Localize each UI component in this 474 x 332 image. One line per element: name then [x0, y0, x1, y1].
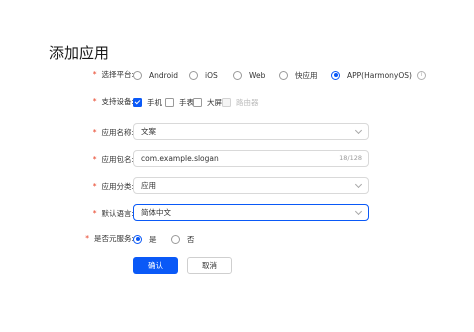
platform-option-android[interactable]: Android	[133, 65, 178, 85]
confirm-button[interactable]: 确认	[133, 257, 178, 274]
meta-service-row: * 是否元服务: 是 否	[0, 229, 474, 249]
language-label-text: 默认语言:	[101, 209, 134, 218]
required-mark: *	[92, 155, 97, 164]
category-value: 应用	[141, 181, 156, 190]
required-mark: *	[85, 234, 89, 243]
language-row: * 默认语言: 简体中文	[0, 204, 474, 224]
page-title: 添加应用	[49, 44, 110, 62]
platform-option-ios[interactable]: iOS	[189, 65, 218, 85]
required-mark: *	[92, 182, 97, 191]
platform-label: * 选择平台:	[93, 65, 134, 85]
category-label-text: 应用分类:	[101, 182, 134, 191]
app-name-row: * 应用名称: 文案	[0, 123, 474, 143]
meta-service-label-text: 是否元服务:	[93, 234, 134, 243]
platform-option-harmonyos[interactable]: APP(HarmonyOS) i	[331, 65, 426, 85]
devices-label-text: 支持设备:	[101, 97, 134, 106]
required-mark: *	[92, 128, 97, 137]
app-name-value: 文案	[141, 127, 156, 136]
checkbox-icon	[193, 97, 202, 107]
package-name-input[interactable]: com.example.slogan 18/128	[133, 150, 369, 167]
chevron-down-icon	[354, 180, 363, 189]
radio-icon	[171, 234, 180, 244]
devices-row: * 支持设备: 手机 手表 大屏 路由器	[0, 92, 474, 112]
chevron-down-icon	[354, 207, 363, 216]
platform-option-label: Android	[149, 70, 178, 80]
category-select[interactable]: 应用	[133, 177, 369, 194]
device-option-label: 手表	[179, 97, 194, 107]
app-name-label: * 应用名称:	[93, 123, 134, 143]
meta-service-option-label: 否	[187, 234, 195, 244]
language-label: * 默认语言:	[93, 204, 134, 224]
meta-service-option-yes[interactable]: 是	[133, 229, 157, 249]
platform-option-web[interactable]: Web	[233, 65, 265, 85]
required-mark: *	[92, 209, 97, 218]
checkbox-icon	[165, 97, 174, 107]
package-name-label: * 应用包名:	[93, 150, 134, 170]
platform-row: * 选择平台: Android iOS Web 快应用 APP(HarmonyOS…	[0, 65, 474, 85]
category-label: * 应用分类:	[93, 177, 134, 197]
device-option-label: 手机	[147, 97, 162, 107]
required-mark: *	[92, 70, 97, 79]
radio-icon	[189, 70, 198, 80]
platform-label-text: 选择平台:	[101, 70, 134, 79]
platform-option-label: iOS	[205, 70, 218, 80]
info-icon[interactable]: i	[416, 70, 426, 80]
device-option-phone[interactable]: 手机	[133, 92, 162, 112]
device-option-label: 路由器	[236, 97, 259, 107]
checkbox-checked-icon	[133, 97, 142, 107]
checkbox-disabled-icon	[222, 97, 231, 107]
package-name-row: * 应用包名: com.example.slogan 18/128	[0, 150, 474, 170]
meta-service-option-no[interactable]: 否	[171, 229, 195, 249]
device-option-label: 大屏	[207, 97, 222, 107]
language-value: 简体中文	[141, 208, 171, 217]
cancel-button[interactable]: 取消	[187, 257, 232, 274]
platform-option-label: APP(HarmonyOS)	[347, 70, 412, 80]
radio-icon	[279, 70, 288, 80]
app-name-select[interactable]: 文案	[133, 123, 369, 140]
devices-label: * 支持设备:	[93, 92, 134, 112]
meta-service-label: * 是否元服务:	[85, 229, 134, 249]
package-name-value: com.example.slogan	[141, 154, 219, 163]
radio-icon	[133, 70, 142, 80]
category-row: * 应用分类: 应用	[0, 177, 474, 197]
device-option-watch[interactable]: 手表	[165, 92, 194, 112]
radio-selected-icon	[331, 70, 340, 80]
char-counter: 18/128	[339, 154, 362, 162]
platform-option-quickapp[interactable]: 快应用	[279, 65, 318, 85]
language-select[interactable]: 简体中文	[133, 204, 369, 221]
device-option-tv[interactable]: 大屏	[193, 92, 222, 112]
radio-selected-icon	[133, 234, 142, 244]
app-name-label-text: 应用名称:	[101, 128, 134, 137]
meta-service-option-label: 是	[149, 234, 157, 244]
required-mark: *	[92, 97, 97, 106]
platform-option-label: 快应用	[295, 70, 318, 80]
package-name-label-text: 应用包名:	[101, 155, 134, 164]
device-option-router: 路由器	[222, 92, 259, 112]
platform-option-label: Web	[249, 70, 266, 80]
chevron-down-icon	[354, 126, 363, 135]
radio-icon	[233, 70, 242, 80]
